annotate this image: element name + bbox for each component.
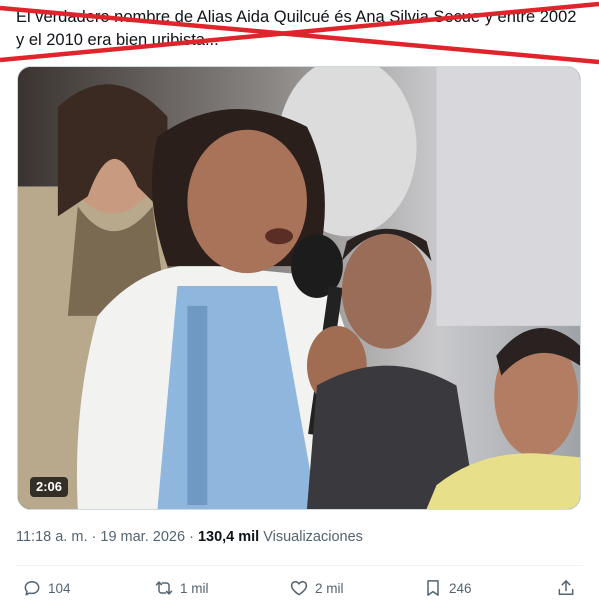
video-thumbnail bbox=[18, 67, 580, 509]
video-player[interactable]: 2:06 bbox=[17, 66, 581, 510]
tweet-time[interactable]: 11:18 a. m. bbox=[16, 529, 87, 545]
tweet-meta: 11:18 a. m. · 19 mar. 2026 · 130,4 mil V… bbox=[16, 529, 363, 545]
bookmark-button[interactable]: 246 bbox=[423, 578, 472, 598]
tweet-actions: 104 1 mil 2 mil 246 bbox=[0, 578, 599, 604]
tweet-text: El verdadero nombre de Alias Aida Quilcu… bbox=[16, 8, 577, 49]
retweet-count: 1 mil bbox=[180, 580, 209, 596]
retweet-icon bbox=[155, 581, 173, 595]
share-icon bbox=[558, 580, 574, 595]
like-button[interactable]: 2 mil bbox=[289, 578, 344, 598]
retweet-button[interactable]: 1 mil bbox=[154, 578, 209, 598]
video-duration: 2:06 bbox=[30, 477, 69, 497]
meta-separator: · bbox=[189, 529, 194, 545]
share-button[interactable] bbox=[556, 578, 576, 598]
bookmark-icon bbox=[427, 580, 439, 596]
views-label: Visualizaciones bbox=[263, 529, 363, 545]
reply-button[interactable]: 104 bbox=[22, 578, 71, 598]
tweet-date[interactable]: 19 mar. 2026 bbox=[100, 529, 185, 545]
divider bbox=[16, 565, 583, 566]
views-count: 130,4 mil bbox=[197, 529, 260, 545]
reply-count: 104 bbox=[48, 580, 71, 596]
like-count: 2 mil bbox=[315, 580, 344, 596]
bookmark-count: 246 bbox=[449, 580, 472, 596]
heart-icon bbox=[290, 581, 308, 596]
reply-icon bbox=[24, 581, 40, 596]
meta-separator: · bbox=[91, 529, 97, 545]
